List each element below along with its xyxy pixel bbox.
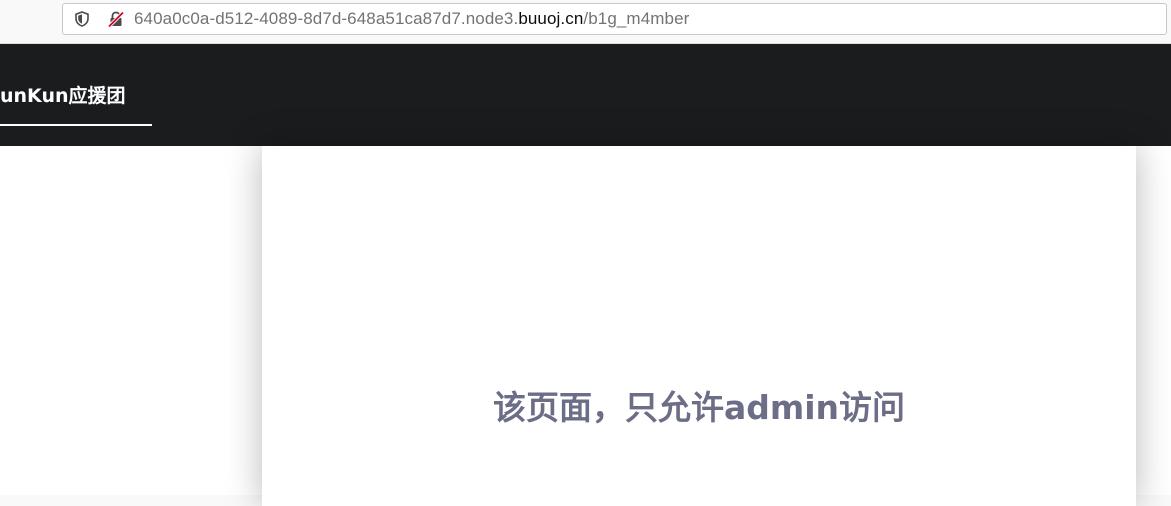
nav-brand-link[interactable]: unKun应援团 <box>0 84 126 108</box>
url-domain: buuoj.cn <box>518 9 584 28</box>
url-path: /b1g_m4mber <box>583 9 690 28</box>
insecure-lock-icon[interactable] <box>107 10 125 28</box>
url-subdomain: 640a0c0a-d512-4089-8d7d-648a51ca87d7.nod… <box>134 9 519 28</box>
active-nav-indicator <box>0 124 152 126</box>
site-navbar: unKun应援团 <box>0 44 1171 146</box>
url-text[interactable]: 640a0c0a-d512-4089-8d7d-648a51ca87d7.nod… <box>134 9 689 29</box>
page-content: 该页面，只允许admin访问 <box>0 146 1171 506</box>
shield-icon[interactable] <box>73 10 91 28</box>
message-card: 该页面，只允许admin访问 <box>262 146 1136 506</box>
browser-toolbar: 640a0c0a-d512-4089-8d7d-648a51ca87d7.nod… <box>0 0 1171 44</box>
access-denied-message: 该页面，只允许admin访问 <box>492 388 906 427</box>
address-bar[interactable]: 640a0c0a-d512-4089-8d7d-648a51ca87d7.nod… <box>62 3 1167 35</box>
